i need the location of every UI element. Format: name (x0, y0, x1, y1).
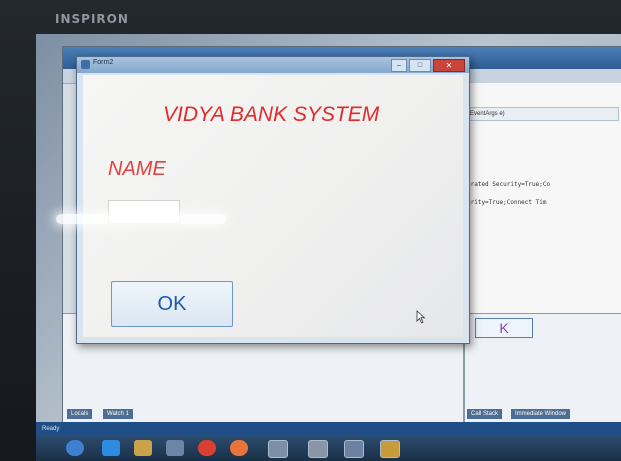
form-app-icon (81, 60, 90, 69)
bank-system-heading: VIDYA BANK SYSTEM (163, 103, 380, 126)
tab-watch[interactable]: Watch 1 (103, 409, 133, 419)
screen-glare (56, 214, 226, 224)
ok-button[interactable]: OK (111, 281, 233, 327)
tab-locals[interactable]: Locals (67, 409, 93, 419)
visual-studio-taskbar-icon[interactable] (268, 440, 288, 458)
start-button-icon[interactable] (66, 440, 84, 456)
windows-taskbar (36, 436, 621, 461)
maximize-button[interactable]: □ (409, 59, 431, 72)
ide-designer-button[interactable]: K (475, 318, 533, 338)
close-button[interactable]: ✕ (433, 59, 465, 72)
chrome-icon[interactable] (198, 440, 216, 456)
code-line: urity=True;Connect Tim (467, 199, 547, 206)
media-player-icon[interactable] (166, 440, 184, 456)
taskbar-app-icon[interactable] (344, 440, 364, 458)
name-label: NAME (108, 158, 166, 180)
tab-call-stack[interactable]: Call Stack (467, 409, 503, 419)
desktop-screen: EventArgs e) grated Security=True;Co uri… (36, 34, 621, 461)
taskbar-app-icon[interactable] (380, 440, 400, 458)
form-title: Form2 (93, 59, 114, 66)
form-titlebar[interactable]: Form2 – □ ✕ (77, 57, 469, 73)
file-explorer-icon[interactable] (134, 440, 152, 456)
code-editor-tab[interactable]: EventArgs e) (465, 107, 619, 121)
ide-status-bar: Ready (36, 422, 621, 436)
monitor-brand-label: INSPIRON (55, 12, 129, 26)
mouse-pointer-icon (416, 310, 426, 324)
code-line: grated Security=True;Co (467, 181, 551, 188)
firefox-icon[interactable] (230, 440, 248, 456)
minimize-button[interactable]: – (391, 59, 407, 72)
internet-explorer-icon[interactable] (102, 440, 120, 456)
taskbar-app-icon[interactable] (308, 440, 328, 458)
form-client-area: VIDYA BANK SYSTEM NAME OK (83, 75, 463, 337)
tab-immediate-window[interactable]: Immediate Window (511, 409, 571, 419)
form2-window: Form2 – □ ✕ VIDYA BANK SYSTEM NAME OK (76, 56, 470, 344)
